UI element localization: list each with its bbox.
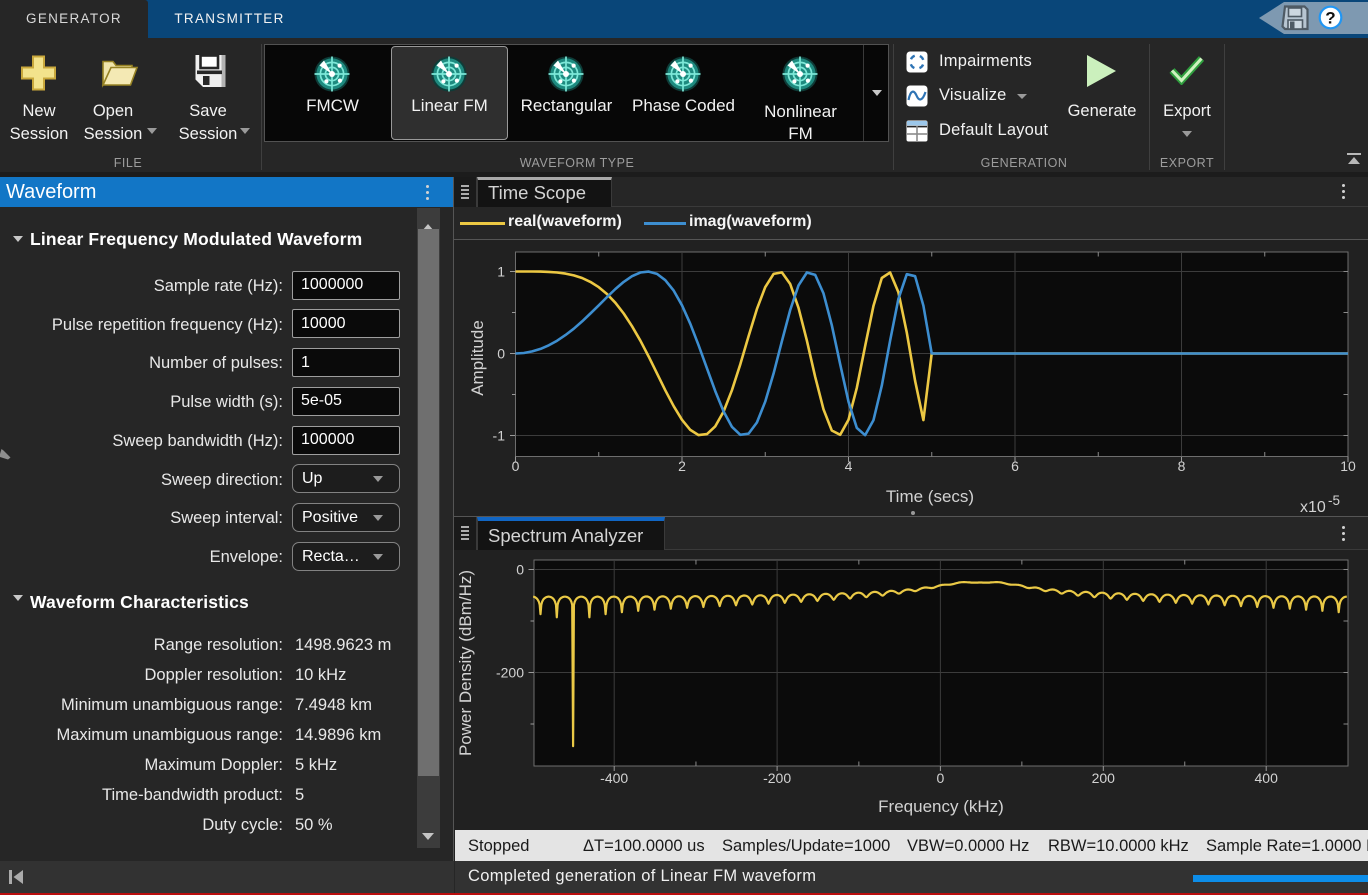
svg-text:-200: -200 [763,770,791,786]
svg-text:-200: -200 [496,665,524,681]
svg-text:Time (secs): Time (secs) [886,487,974,506]
svg-text:-1: -1 [493,428,506,444]
svg-text:-5: -5 [1328,493,1340,508]
svg-text:400: 400 [1255,770,1279,786]
svg-text:0: 0 [512,458,520,474]
svg-text:1: 1 [497,264,505,280]
svg-text:4: 4 [845,458,853,474]
svg-text:x10: x10 [1300,499,1326,516]
svg-text:?: ? [1325,9,1335,28]
svg-text:2: 2 [678,458,686,474]
svg-text:0: 0 [516,562,524,578]
svg-text:Frequency (kHz): Frequency (kHz) [878,797,1004,816]
svg-text:200: 200 [1092,770,1116,786]
svg-text:-400: -400 [600,770,628,786]
svg-text:Amplitude: Amplitude [468,320,487,396]
svg-text:Power Density (dBm/Hz): Power Density (dBm/Hz) [456,570,475,756]
svg-text:0: 0 [497,346,505,362]
svg-text:0: 0 [937,770,945,786]
svg-text:10: 10 [1340,458,1356,474]
svg-text:6: 6 [1011,458,1019,474]
svg-text:8: 8 [1178,458,1186,474]
